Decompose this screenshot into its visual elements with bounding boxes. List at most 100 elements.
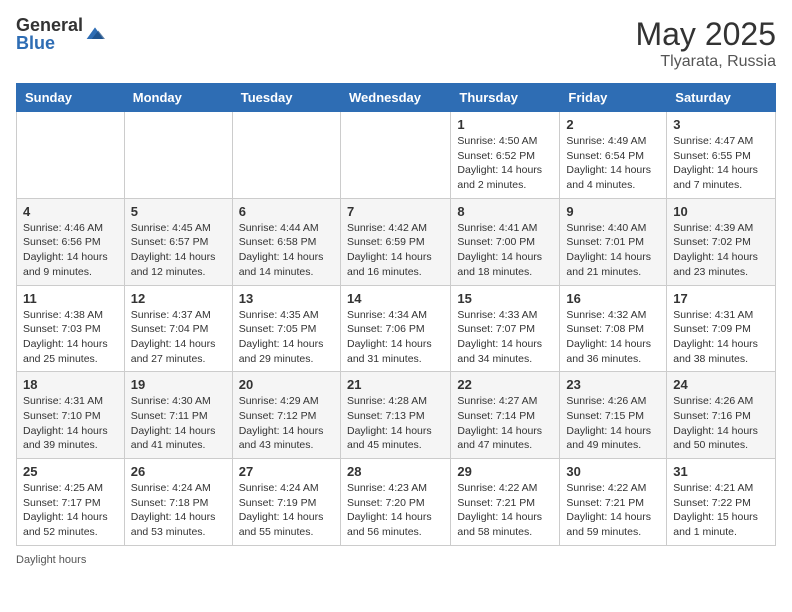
daylight-label: Daylight hours xyxy=(16,554,86,566)
day-number: 29 xyxy=(457,464,553,479)
calendar-cell: 3 Sunrise: 4:47 AM Sunset: 6:55 PM Daylig… xyxy=(667,112,776,199)
calendar-cell: 29 Sunrise: 4:22 AM Sunset: 7:21 PM Dayli… xyxy=(451,459,560,546)
day-number: 6 xyxy=(239,204,334,219)
calendar-header-saturday: Saturday xyxy=(667,84,776,112)
calendar-header-friday: Friday xyxy=(560,84,667,112)
day-number: 15 xyxy=(457,291,553,306)
day-info: Sunrise: 4:45 AM Sunset: 6:57 PM Dayligh… xyxy=(131,221,226,280)
calendar-cell xyxy=(340,112,450,199)
day-number: 21 xyxy=(347,377,444,392)
calendar-cell: 17Sunrise: 4:31 AM Sunset: 7:09 PM Dayli… xyxy=(667,285,776,372)
day-info: Sunrise: 4:47 AM Sunset: 6:55 PM Dayligh… xyxy=(673,134,769,193)
day-info: Sunrise: 4:40 AM Sunset: 7:01 PM Dayligh… xyxy=(566,221,660,280)
calendar-cell: 31 Sunrise: 4:21 AM Sunset: 7:22 PM Dayli… xyxy=(667,459,776,546)
calendar-cell: 24 Sunrise: 4:26 AM Sunset: 7:16 PM Dayli… xyxy=(667,372,776,459)
day-number: 22 xyxy=(457,377,553,392)
logo-icon xyxy=(85,24,105,44)
day-info: Sunrise: 4:49 AM Sunset: 6:54 PM Dayligh… xyxy=(566,134,660,193)
day-info: Sunrise: 4:41 AM Sunset: 7:00 PM Dayligh… xyxy=(457,221,553,280)
day-number: 10 xyxy=(673,204,769,219)
calendar-header-row: SundayMondayTuesdayWednesdayThursdayFrid… xyxy=(17,84,776,112)
day-info: Sunrise: 4:23 AM Sunset: 7:20 PM Dayligh… xyxy=(347,481,444,540)
calendar-cell: 9 Sunrise: 4:40 AM Sunset: 7:01 PM Daylig… xyxy=(560,198,667,285)
calendar-cell: 22 Sunrise: 4:27 AM Sunset: 7:14 PM Dayli… xyxy=(451,372,560,459)
calendar-header-monday: Monday xyxy=(124,84,232,112)
calendar-cell: 23Sunrise: 4:26 AM Sunset: 7:15 PM Dayli… xyxy=(560,372,667,459)
calendar-cell: 6 Sunrise: 4:44 AM Sunset: 6:58 PM Daylig… xyxy=(232,198,340,285)
calendar-cell: 11 Sunrise: 4:38 AM Sunset: 7:03 PM Dayli… xyxy=(17,285,125,372)
day-number: 1 xyxy=(457,117,553,132)
calendar-week-row: 25 Sunrise: 4:25 AM Sunset: 7:17 PM Dayli… xyxy=(17,459,776,546)
calendar-cell: 7 Sunrise: 4:42 AM Sunset: 6:59 PM Daylig… xyxy=(340,198,450,285)
day-number: 24 xyxy=(673,377,769,392)
day-number: 18 xyxy=(23,377,118,392)
day-info: Sunrise: 4:26 AM Sunset: 7:16 PM Dayligh… xyxy=(673,394,769,453)
day-number: 12 xyxy=(131,291,226,306)
day-number: 7 xyxy=(347,204,444,219)
calendar-header-tuesday: Tuesday xyxy=(232,84,340,112)
day-number: 4 xyxy=(23,204,118,219)
calendar-cell: 28 Sunrise: 4:23 AM Sunset: 7:20 PM Dayli… xyxy=(340,459,450,546)
day-number: 13 xyxy=(239,291,334,306)
day-number: 31 xyxy=(673,464,769,479)
calendar-cell: 8 Sunrise: 4:41 AM Sunset: 7:00 PM Daylig… xyxy=(451,198,560,285)
title-block: May 2025 Tlyarata, Russia xyxy=(635,16,776,71)
calendar-cell: 12 Sunrise: 4:37 AM Sunset: 7:04 PM Dayli… xyxy=(124,285,232,372)
day-number: 11 xyxy=(23,291,118,306)
calendar-cell: 15 Sunrise: 4:33 AM Sunset: 7:07 PM Dayli… xyxy=(451,285,560,372)
logo-blue-text: Blue xyxy=(16,34,83,52)
day-info: Sunrise: 4:25 AM Sunset: 7:17 PM Dayligh… xyxy=(23,481,118,540)
day-number: 17 xyxy=(673,291,769,306)
day-info: Sunrise: 4:24 AM Sunset: 7:18 PM Dayligh… xyxy=(131,481,226,540)
calendar-cell: 2 Sunrise: 4:49 AM Sunset: 6:54 PM Daylig… xyxy=(560,112,667,199)
calendar-cell: 10 Sunrise: 4:39 AM Sunset: 7:02 PM Dayli… xyxy=(667,198,776,285)
calendar-cell: 20Sunrise: 4:29 AM Sunset: 7:12 PM Dayli… xyxy=(232,372,340,459)
day-number: 8 xyxy=(457,204,553,219)
day-number: 16 xyxy=(566,291,660,306)
calendar-cell: 1 Sunrise: 4:50 AM Sunset: 6:52 PM Daylig… xyxy=(451,112,560,199)
day-number: 28 xyxy=(347,464,444,479)
calendar-header-wednesday: Wednesday xyxy=(340,84,450,112)
calendar-week-row: 11 Sunrise: 4:38 AM Sunset: 7:03 PM Dayli… xyxy=(17,285,776,372)
month-title: May 2025 xyxy=(635,16,776,53)
day-info: Sunrise: 4:21 AM Sunset: 7:22 PM Dayligh… xyxy=(673,481,769,540)
day-info: Sunrise: 4:42 AM Sunset: 6:59 PM Dayligh… xyxy=(347,221,444,280)
calendar-cell: 14Sunrise: 4:34 AM Sunset: 7:06 PM Dayli… xyxy=(340,285,450,372)
day-info: Sunrise: 4:38 AM Sunset: 7:03 PM Dayligh… xyxy=(23,308,118,367)
calendar-cell: 26 Sunrise: 4:24 AM Sunset: 7:18 PM Dayli… xyxy=(124,459,232,546)
calendar-cell: 27Sunrise: 4:24 AM Sunset: 7:19 PM Dayli… xyxy=(232,459,340,546)
day-info: Sunrise: 4:50 AM Sunset: 6:52 PM Dayligh… xyxy=(457,134,553,193)
day-info: Sunrise: 4:32 AM Sunset: 7:08 PM Dayligh… xyxy=(566,308,660,367)
day-info: Sunrise: 4:27 AM Sunset: 7:14 PM Dayligh… xyxy=(457,394,553,453)
calendar-cell: 25 Sunrise: 4:25 AM Sunset: 7:17 PM Dayli… xyxy=(17,459,125,546)
day-number: 3 xyxy=(673,117,769,132)
footer: Daylight hours xyxy=(16,554,776,566)
day-info: Sunrise: 4:35 AM Sunset: 7:05 PM Dayligh… xyxy=(239,308,334,367)
day-info: Sunrise: 4:39 AM Sunset: 7:02 PM Dayligh… xyxy=(673,221,769,280)
day-number: 9 xyxy=(566,204,660,219)
day-number: 20 xyxy=(239,377,334,392)
day-number: 26 xyxy=(131,464,226,479)
day-info: Sunrise: 4:37 AM Sunset: 7:04 PM Dayligh… xyxy=(131,308,226,367)
day-info: Sunrise: 4:44 AM Sunset: 6:58 PM Dayligh… xyxy=(239,221,334,280)
calendar-header-sunday: Sunday xyxy=(17,84,125,112)
logo-general-text: General xyxy=(16,16,83,34)
calendar-table: SundayMondayTuesdayWednesdayThursdayFrid… xyxy=(16,83,776,546)
day-info: Sunrise: 4:31 AM Sunset: 7:10 PM Dayligh… xyxy=(23,394,118,453)
day-info: Sunrise: 4:46 AM Sunset: 6:56 PM Dayligh… xyxy=(23,221,118,280)
day-info: Sunrise: 4:26 AM Sunset: 7:15 PM Dayligh… xyxy=(566,394,660,453)
calendar-cell: 18 Sunrise: 4:31 AM Sunset: 7:10 PM Dayli… xyxy=(17,372,125,459)
day-number: 14 xyxy=(347,291,444,306)
day-info: Sunrise: 4:33 AM Sunset: 7:07 PM Dayligh… xyxy=(457,308,553,367)
day-info: Sunrise: 4:22 AM Sunset: 7:21 PM Dayligh… xyxy=(457,481,553,540)
day-info: Sunrise: 4:28 AM Sunset: 7:13 PM Dayligh… xyxy=(347,394,444,453)
calendar-cell: 4 Sunrise: 4:46 AM Sunset: 6:56 PM Daylig… xyxy=(17,198,125,285)
calendar-cell: 30Sunrise: 4:22 AM Sunset: 7:21 PM Dayli… xyxy=(560,459,667,546)
calendar-week-row: 4 Sunrise: 4:46 AM Sunset: 6:56 PM Daylig… xyxy=(17,198,776,285)
day-number: 25 xyxy=(23,464,118,479)
day-number: 2 xyxy=(566,117,660,132)
day-number: 5 xyxy=(131,204,226,219)
calendar-cell: 13 Sunrise: 4:35 AM Sunset: 7:05 PM Dayli… xyxy=(232,285,340,372)
day-number: 27 xyxy=(239,464,334,479)
day-number: 30 xyxy=(566,464,660,479)
